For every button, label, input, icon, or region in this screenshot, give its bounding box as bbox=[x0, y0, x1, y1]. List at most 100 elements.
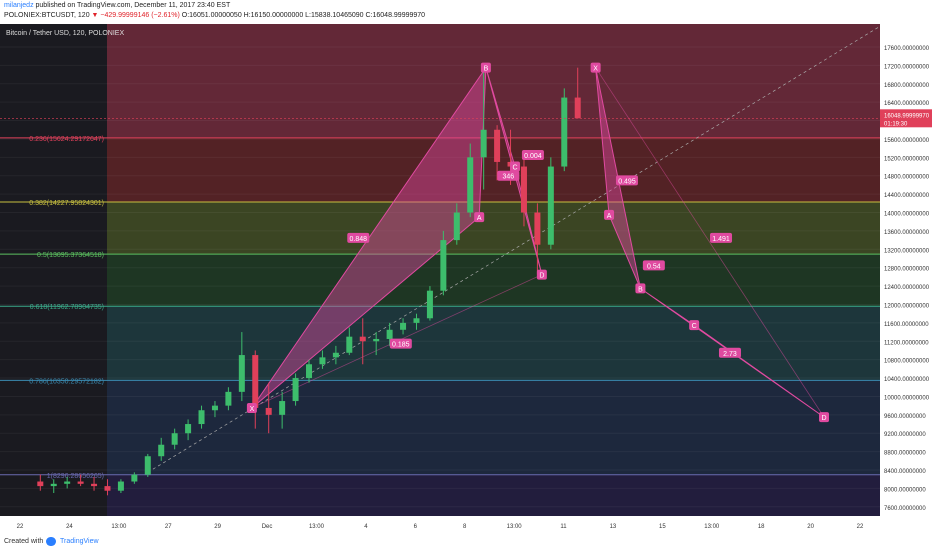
current-price-label: 16048.99999970 bbox=[884, 113, 930, 119]
price-chart[interactable]: 0.236(15624.29172647)0.382(14227.9582430… bbox=[0, 24, 932, 533]
price-change: ▼ −429.99999146 (−2.61%) bbox=[91, 12, 180, 19]
fib-level-label: 0.5(13095.37364518) bbox=[37, 252, 104, 259]
candle-body bbox=[131, 474, 138, 482]
candle-body bbox=[574, 97, 581, 119]
candle-body bbox=[238, 355, 245, 392]
chart-header: milanjedz published on TradingView.com, … bbox=[0, 0, 932, 24]
time-tick-label: 20 bbox=[807, 524, 814, 530]
fib-band bbox=[107, 306, 880, 381]
price-tick-label: 14800.00000000 bbox=[884, 175, 930, 181]
price-tick-label: 16800.00000000 bbox=[884, 83, 930, 89]
candle-body bbox=[225, 391, 232, 406]
time-tick-label: 15 bbox=[659, 524, 666, 530]
price-tick-label: 10000.00000000 bbox=[884, 395, 930, 401]
fib-level-label: 0.786(10350.29572182) bbox=[29, 378, 104, 385]
time-tick-label: 22 bbox=[857, 524, 864, 530]
candle-body bbox=[386, 329, 393, 339]
candle-body bbox=[306, 364, 313, 379]
time-tick-label: 13:00 bbox=[309, 524, 325, 530]
pattern-point-label: C bbox=[692, 323, 697, 330]
time-tick-label: 24 bbox=[66, 524, 73, 530]
price-tick-label: 7600.00000000 bbox=[884, 506, 926, 512]
candle-body bbox=[534, 212, 541, 245]
open-value: O:16051.00000050 bbox=[179, 12, 242, 19]
candle-body bbox=[91, 483, 98, 487]
price-tick-label: 12400.00000000 bbox=[884, 285, 930, 291]
candle-body bbox=[480, 129, 487, 158]
price-tick-label: 9600.00000000 bbox=[884, 414, 926, 420]
price-tick-label: 14400.00000000 bbox=[884, 193, 930, 199]
candle-body bbox=[77, 481, 84, 484]
candle-body bbox=[332, 352, 339, 358]
candle-body bbox=[117, 481, 124, 491]
candle-body bbox=[104, 486, 111, 491]
high-value: H:16150.00000000 bbox=[241, 12, 304, 19]
candle-body bbox=[292, 378, 299, 402]
price-tick-label: 9200.00000000 bbox=[884, 432, 926, 438]
price-tick-label: 15600.00000000 bbox=[884, 138, 930, 144]
candle-body bbox=[494, 129, 501, 162]
time-tick-label: 22 bbox=[17, 524, 24, 530]
publish-info: published on TradingView.com, December 1… bbox=[33, 2, 231, 9]
candle-body bbox=[279, 401, 286, 415]
price-tick-label: 12800.00000000 bbox=[884, 267, 930, 273]
candle-body bbox=[467, 157, 474, 213]
pattern-point-label: D bbox=[539, 273, 544, 280]
time-tick-label: 29 bbox=[214, 524, 221, 530]
candle-body bbox=[211, 405, 218, 411]
candle-body bbox=[440, 240, 447, 291]
ratio-label: 2.73 bbox=[723, 351, 737, 358]
candle-body bbox=[547, 166, 554, 245]
time-tick-label: 18 bbox=[758, 524, 765, 530]
price-tick-label: 12000.00000000 bbox=[884, 303, 930, 309]
low-value: L:15838.10465090 bbox=[303, 12, 364, 19]
price-tick-label: 17600.00000000 bbox=[884, 46, 930, 52]
created-with-label: Created with bbox=[4, 538, 44, 545]
author-link[interactable]: milanjedz bbox=[4, 2, 34, 9]
fib-band bbox=[107, 380, 880, 475]
price-tick-label: 11600.00000000 bbox=[884, 322, 929, 328]
time-tick-label: 13:00 bbox=[111, 524, 127, 530]
ratio-label: 346 bbox=[502, 174, 514, 181]
price-tick-label: 8800.00000000 bbox=[884, 451, 926, 457]
close-value: C:16048.99999970 bbox=[363, 12, 426, 19]
chart-footer: Created with TradingView bbox=[0, 533, 932, 550]
ohlc-line: POLONIEX:BTCUSDT, 120 ▼ −429.99999146 (−… bbox=[4, 12, 425, 19]
candle-body bbox=[319, 357, 326, 365]
fib-band bbox=[107, 202, 880, 255]
candle-body bbox=[64, 481, 71, 484]
tradingview-brand[interactable]: TradingView bbox=[60, 538, 99, 545]
candle-body bbox=[413, 318, 420, 323]
price-tick-label: 10400.00000000 bbox=[884, 377, 930, 383]
time-tick-label: Dec bbox=[262, 524, 273, 530]
pattern-point-label: A bbox=[477, 215, 482, 222]
ratio-label: 0.495 bbox=[618, 178, 636, 185]
candle-body bbox=[265, 407, 272, 415]
publish-line: milanjedz published on TradingView.com, … bbox=[4, 2, 230, 9]
candle-body bbox=[453, 212, 460, 241]
candle-body bbox=[185, 424, 192, 434]
tradingview-logo-icon bbox=[46, 537, 56, 546]
candle-body bbox=[144, 456, 151, 475]
price-tick-label: 14000.00000000 bbox=[884, 212, 930, 218]
time-tick-label: 13:00 bbox=[704, 524, 720, 530]
fib-level-label: 0.618(11962.78904735) bbox=[30, 304, 104, 311]
time-tick-label: 11 bbox=[560, 524, 567, 530]
candle-body bbox=[158, 444, 165, 457]
candle-body bbox=[198, 410, 205, 425]
chart-title: Bitcoin / Tether USD, 120, POLONIEX bbox=[6, 30, 124, 37]
ratio-label: 0.004 bbox=[524, 153, 542, 160]
time-tick-label: 27 bbox=[165, 524, 172, 530]
candle-body bbox=[346, 336, 353, 353]
price-tick-label: 17200.00000000 bbox=[884, 64, 930, 70]
symbol-label: POLONIEX:BTCUSDT, 120 bbox=[4, 12, 90, 19]
candle-body bbox=[50, 483, 57, 487]
pattern-point-label: B bbox=[638, 286, 643, 293]
time-tick-label: 13 bbox=[610, 524, 617, 530]
pattern-point-label: X bbox=[250, 406, 255, 413]
pattern-point-label: C bbox=[512, 165, 517, 172]
ratio-label: 1.491 bbox=[712, 236, 730, 243]
candle-body bbox=[561, 97, 568, 167]
candle-body bbox=[359, 336, 366, 342]
price-tick-label: 15200.00000000 bbox=[884, 156, 930, 162]
